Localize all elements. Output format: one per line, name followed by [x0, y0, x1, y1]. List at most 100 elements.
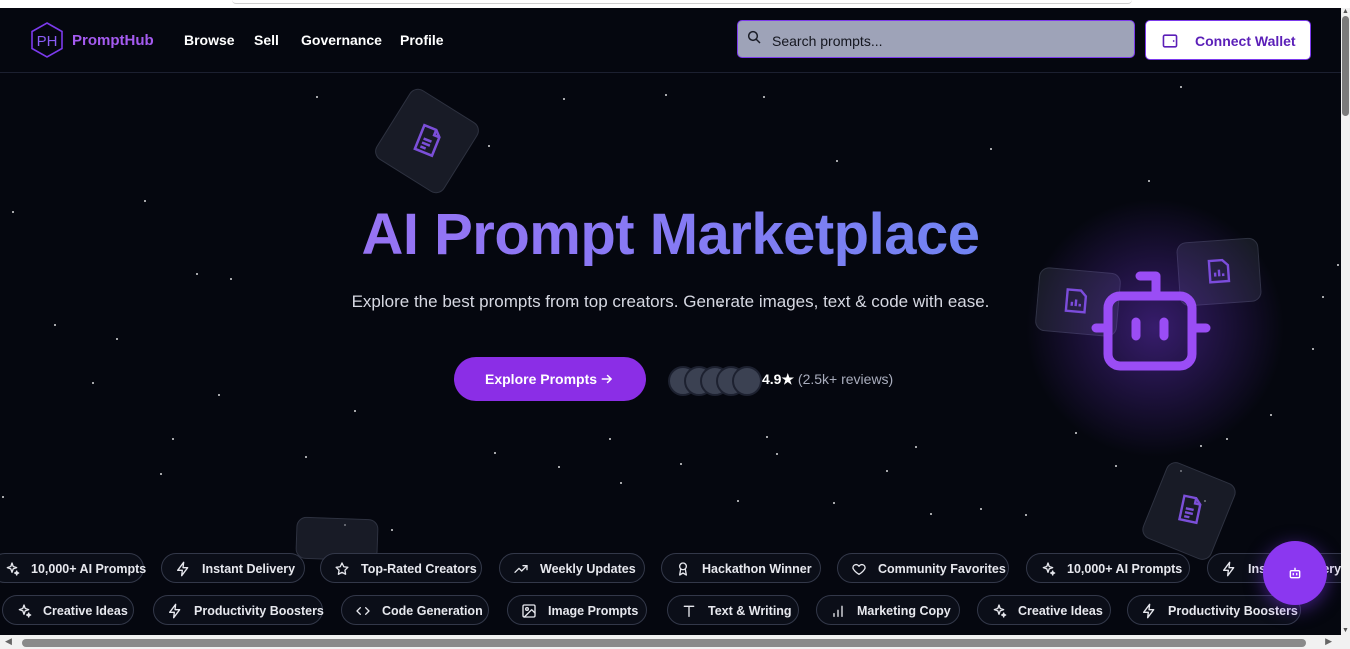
scroll-right-icon[interactable]: ▶ — [1325, 636, 1332, 647]
arrow-right-icon — [601, 374, 613, 384]
star-dot — [1148, 180, 1150, 182]
feature-chip[interactable]: Hackathon Winner — [661, 553, 821, 583]
feature-chip[interactable]: Productivity Boosters — [1127, 595, 1301, 625]
avatar — [732, 366, 762, 396]
explore-prompts-label: Explore Prompts — [485, 371, 598, 387]
image-icon — [522, 604, 536, 618]
hero-subtitle: Explore the best prompts from top creato… — [351, 292, 990, 311]
star-dot — [305, 456, 307, 458]
code-icon — [356, 607, 370, 615]
star-dot — [737, 500, 739, 502]
chat-assistant-button[interactable] — [1263, 541, 1327, 605]
brand-name[interactable]: PromptHub — [72, 32, 154, 49]
star-dot — [1025, 514, 1027, 516]
star-dot — [2, 496, 4, 498]
star-icon — [335, 562, 349, 575]
star-dot — [930, 513, 932, 515]
document-icon — [413, 123, 441, 158]
award-icon — [679, 562, 687, 576]
feature-chip[interactable]: 10,000+ AI Prompts — [0, 553, 147, 583]
chip-label: Hackathon Winner — [702, 562, 812, 576]
sparkles-icon — [1042, 562, 1056, 576]
star-dot — [915, 446, 917, 448]
star-dot — [354, 410, 356, 412]
star-dot — [763, 96, 765, 98]
vertical-scrollbar[interactable]: ▲ ▼ — [1341, 8, 1350, 635]
connect-wallet-button[interactable]: Connect Wallet — [1145, 20, 1311, 60]
star-dot — [172, 438, 174, 440]
trending-up-icon — [514, 565, 528, 573]
feature-chip[interactable]: Image Prompts — [507, 595, 647, 625]
star-dot — [833, 502, 835, 504]
chip-label: Code Generation — [382, 604, 483, 618]
chip-label: Marketing Copy — [857, 604, 951, 618]
rating-value: 4.9★ — [762, 371, 795, 387]
lightning-icon — [1143, 603, 1155, 619]
star-dot — [54, 324, 56, 326]
logo-icon[interactable]: PH — [31, 22, 63, 58]
star-dot — [563, 98, 565, 100]
page-viewport: PH PromptHub Browse Sell Governance Prof… — [0, 8, 1341, 635]
feature-chip[interactable]: Creative Ideas — [977, 595, 1111, 625]
feature-chip[interactable]: Weekly Updates — [499, 553, 645, 583]
lightning-icon — [177, 561, 189, 577]
feature-chip[interactable]: Text & Writing — [667, 595, 799, 625]
star-dot — [980, 508, 982, 510]
star-dot — [1115, 465, 1117, 467]
chip-label: Creative Ideas — [43, 604, 128, 618]
chip-label: Community Favorites — [878, 562, 1006, 576]
star-dot — [766, 436, 768, 438]
star-dot — [680, 463, 682, 465]
nav-governance[interactable]: Governance — [301, 32, 382, 48]
text-icon — [683, 605, 695, 617]
feature-marquee-row: 10,000+ AI Prompts Instant Delivery Top-Ra… — [0, 553, 1341, 585]
feature-chip[interactable]: Marketing Copy — [816, 595, 960, 625]
star-dot — [391, 529, 393, 531]
scrollbar-thumb[interactable] — [22, 639, 1306, 647]
feature-chip[interactable]: Community Favorites — [837, 553, 1009, 583]
search-bar[interactable] — [737, 20, 1135, 58]
horizontal-scrollbar[interactable]: ◀ ▶ — [0, 635, 1350, 649]
search-input[interactable] — [770, 30, 1124, 52]
star-dot — [488, 145, 490, 147]
floating-document-card — [1139, 459, 1239, 563]
star-dot — [316, 96, 318, 98]
scroll-down-icon[interactable]: ▼ — [1341, 627, 1350, 635]
sparkles-icon — [18, 604, 32, 618]
chip-label: Instant Delivery — [202, 562, 296, 576]
chip-label: Creative Ideas — [1018, 604, 1103, 618]
bar-chart-icon — [833, 605, 843, 617]
nav-browse[interactable]: Browse — [184, 32, 235, 48]
star-dot — [116, 338, 118, 340]
svg-text:PH: PH — [37, 33, 58, 50]
sparkles-icon — [6, 562, 20, 576]
scroll-left-icon[interactable]: ◀ — [5, 636, 12, 647]
chip-label: Weekly Updates — [540, 562, 636, 576]
chip-label: Productivity Boosters — [1168, 604, 1298, 618]
floating-document-card — [371, 85, 483, 197]
chip-label: 10,000+ AI Prompts — [31, 562, 147, 576]
sparkles-icon — [993, 604, 1007, 618]
feature-chip[interactable]: Creative Ideas — [2, 595, 134, 625]
scrollbar-thumb[interactable] — [1342, 16, 1349, 116]
connect-wallet-label: Connect Wallet — [1195, 33, 1296, 49]
scroll-up-icon[interactable]: ▲ — [1341, 8, 1350, 16]
star-dot — [1312, 348, 1314, 350]
feature-chip[interactable]: 10,000+ AI Prompts — [1026, 553, 1190, 583]
explore-prompts-button[interactable]: Explore Prompts — [454, 357, 646, 401]
nav-profile[interactable]: Profile — [400, 32, 444, 48]
star-dot — [776, 453, 778, 455]
lightning-icon — [1223, 561, 1235, 577]
nav-sell[interactable]: Sell — [254, 32, 279, 48]
star-dot — [92, 382, 94, 384]
feature-chip[interactable]: Instant Delivery — [161, 553, 305, 583]
star-dot — [160, 473, 162, 475]
feature-chip[interactable]: Code Generation — [341, 595, 489, 625]
top-navbar: PH PromptHub Browse Sell Governance Prof… — [0, 8, 1341, 73]
star-dot — [1180, 86, 1182, 88]
star-dot — [620, 482, 622, 484]
feature-chip[interactable]: Top-Rated Creators — [320, 553, 482, 583]
star-dot — [665, 94, 667, 96]
star-dot — [218, 394, 220, 396]
feature-chip[interactable]: Productivity Boosters — [153, 595, 324, 625]
